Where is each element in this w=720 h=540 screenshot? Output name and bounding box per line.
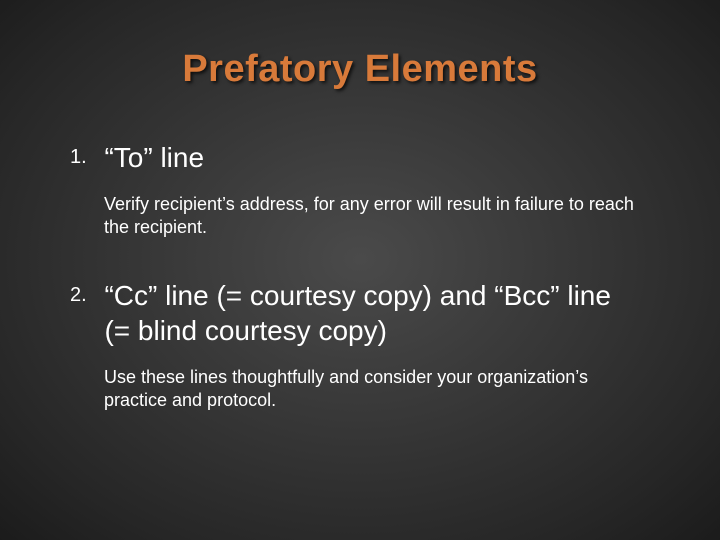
slide-title: Prefatory Elements (0, 48, 720, 91)
item-number: 2. (70, 284, 100, 307)
content-area: 1. “To” line Verify recipient’s address,… (70, 140, 660, 451)
item-description: Verify recipient’s address, for any erro… (104, 193, 644, 240)
slide: Prefatory Elements 1. “To” line Verify r… (0, 0, 720, 540)
item-number: 1. (70, 146, 100, 169)
item-heading: “Cc” line (= courtesy copy) and “Bcc” li… (104, 278, 624, 348)
list-item: 1. “To” line Verify recipient’s address,… (70, 140, 660, 240)
list-item: 2. “Cc” line (= courtesy copy) and “Bcc”… (70, 278, 660, 413)
item-heading: “To” line (104, 140, 204, 175)
item-description: Use these lines thoughtfully and conside… (104, 366, 644, 413)
